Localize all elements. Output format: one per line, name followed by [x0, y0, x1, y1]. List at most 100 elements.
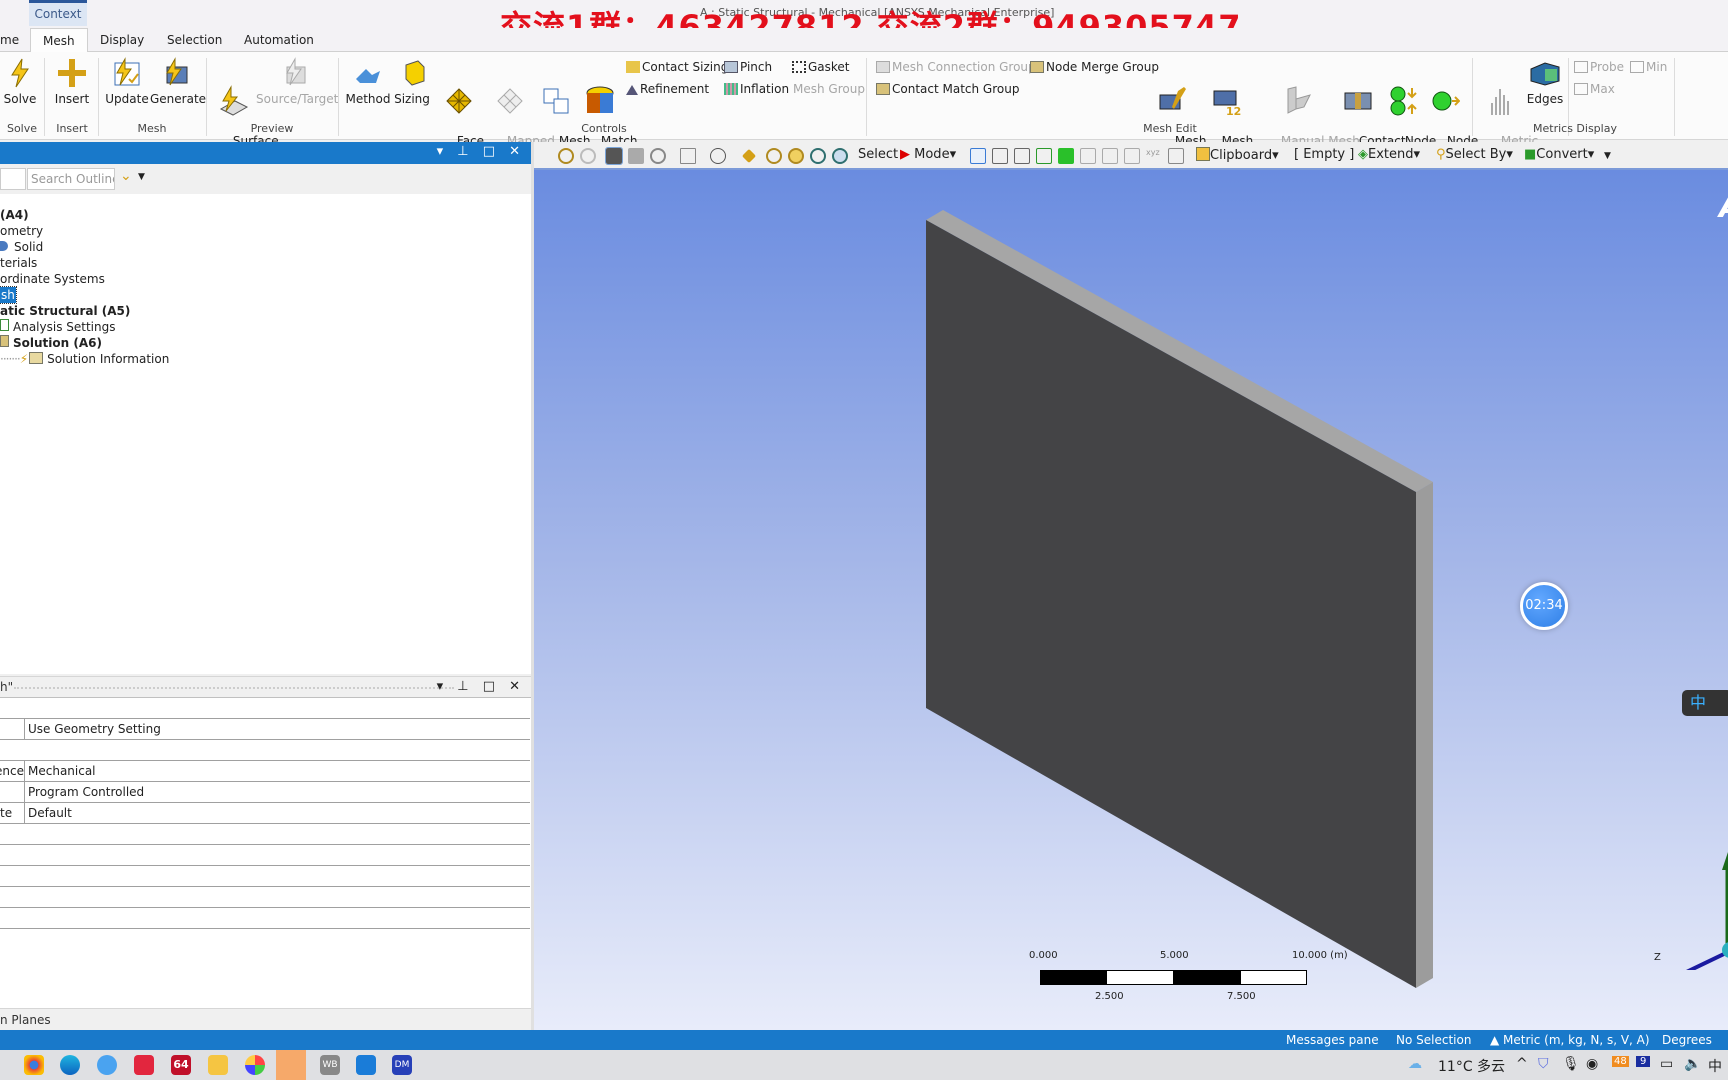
app-64-icon[interactable]: 64	[171, 1055, 191, 1075]
context-tab[interactable]: Context	[29, 0, 87, 26]
magnifier-icon[interactable]	[832, 148, 848, 164]
outline-filter-dropdown[interactable]	[0, 168, 26, 190]
details-row[interactable]	[0, 824, 530, 845]
details-row[interactable]: Use Geometry Setting	[0, 719, 530, 740]
weather-text[interactable]: 11°C 多云	[1438, 1056, 1505, 1076]
tab-display[interactable]: Display	[88, 28, 156, 52]
edge-icon[interactable]	[60, 1055, 80, 1075]
designmodeler-icon[interactable]: DM	[392, 1055, 412, 1075]
ime-toolbar[interactable]: 中	[1682, 690, 1728, 716]
pinch-button[interactable]: Pinch	[724, 59, 772, 75]
tab-automation[interactable]: Automation	[232, 28, 326, 52]
workbench-active-icon[interactable]	[276, 1050, 306, 1080]
select-body-icon[interactable]	[1058, 148, 1074, 164]
zoom-icon[interactable]	[580, 148, 596, 164]
node-merge-group-button[interactable]: Node Merge Group	[1030, 59, 1159, 75]
ime-indicator[interactable]: 中	[1708, 1056, 1722, 1076]
rotate-icon[interactable]	[710, 148, 726, 164]
details-category-row[interactable]	[0, 698, 530, 719]
show-vertices-icon[interactable]	[650, 148, 666, 164]
axis-triad[interactable]: Z	[1644, 830, 1728, 980]
angle-unit-selector[interactable]: Degrees	[1662, 1030, 1712, 1050]
probe-button[interactable]: Probe	[1574, 59, 1624, 75]
microphone-icon[interactable]: 🎙	[1562, 1056, 1580, 1072]
details-row[interactable]	[0, 887, 530, 908]
app-blue-icon[interactable]	[356, 1055, 376, 1075]
zoom-in-icon[interactable]	[766, 148, 782, 164]
badge-48[interactable]: 48	[1612, 1056, 1629, 1067]
tree-node-analysis-settings[interactable]: Analysis Settings	[0, 319, 115, 335]
update-button[interactable]: Update	[104, 57, 150, 106]
source-target-button[interactable]: Source/Target	[256, 57, 338, 106]
details-value[interactable]: Default	[24, 803, 72, 823]
refinement-button[interactable]: Refinement	[626, 81, 709, 97]
messages-pane-toggle[interactable]: Messages pane	[1286, 1030, 1379, 1050]
wb-icon[interactable]: WB	[320, 1055, 340, 1075]
details-row[interactable]	[0, 908, 530, 929]
tree-node-materials[interactable]: terials	[0, 255, 37, 271]
select-by-dropdown[interactable]: ⚲Select By▾	[1436, 147, 1513, 162]
box-zoom-icon[interactable]	[788, 148, 804, 164]
method-button[interactable]: Method	[344, 57, 392, 106]
file-explorer-icon[interactable]	[208, 1055, 228, 1075]
details-value[interactable]: Use Geometry Setting	[24, 719, 161, 739]
pan-icon[interactable]	[741, 148, 757, 164]
tree-node-solution[interactable]: Solution (A6)	[0, 335, 102, 351]
network-icon[interactable]: ▭	[1660, 1056, 1673, 1072]
extend-dropdown[interactable]: ◈Extend▾	[1358, 147, 1420, 162]
details-row[interactable]	[0, 866, 530, 887]
tree-node-model[interactable]: (A4)	[0, 207, 29, 223]
tree-node-static-structural[interactable]: atic Structural (A5)	[0, 303, 130, 319]
expand-collapse-icon[interactable]: ⌄	[120, 168, 132, 184]
volume-icon[interactable]: 🔈	[1684, 1056, 1701, 1072]
pane-controls[interactable]: ▾ ⊥ □ ✕	[437, 144, 525, 159]
details-category-row[interactable]	[0, 740, 530, 761]
badge-9[interactable]: 9	[1636, 1056, 1651, 1067]
mesh-connection-group-button[interactable]: Mesh Connection Group	[876, 59, 1036, 75]
zoom-to-fit-icon[interactable]	[558, 148, 574, 164]
details-value[interactable]: Mechanical	[24, 761, 96, 781]
graphics-viewport[interactable]: A 02:34 中 0.000 5.000 10.000 (m) 2.500 7…	[534, 170, 1728, 1030]
tree-node-geometry[interactable]: ometry	[0, 223, 43, 239]
contact-match-group-button[interactable]: Contact Match Group	[876, 81, 1019, 97]
app-red-icon[interactable]	[134, 1055, 154, 1075]
tray-expand-icon[interactable]: ^	[1516, 1056, 1528, 1072]
insert-button[interactable]: Insert	[52, 57, 92, 106]
max-button[interactable]: Max	[1574, 81, 1615, 97]
details-value[interactable]: Program Controlled	[24, 782, 144, 802]
tree-node-solution-information[interactable]: ·······⚡ Solution Information	[0, 351, 169, 367]
details-row[interactable]: te Default	[0, 803, 530, 824]
shaded-exterior-icon[interactable]	[605, 147, 623, 165]
clipboard-dropdown[interactable]: Clipboard▾	[1196, 147, 1279, 163]
section-planes-tab[interactable]: n Planes	[0, 1008, 531, 1030]
tab-mesh[interactable]: Mesh	[30, 28, 88, 53]
tree-node-solid[interactable]: Solid	[0, 239, 43, 255]
min-button[interactable]: Min	[1630, 59, 1667, 75]
details-row[interactable]: Program Controlled	[0, 782, 530, 803]
drag-grip[interactable]	[14, 687, 454, 689]
details-row[interactable]	[0, 845, 530, 866]
generate-button[interactable]: Generate	[150, 57, 206, 106]
unit-system-selector[interactable]: ▲ Metric (m, kg, N, s, V, A)	[1490, 1030, 1650, 1050]
chat-app-icon[interactable]	[97, 1055, 117, 1075]
chrome-icon[interactable]	[24, 1055, 44, 1075]
tab-home[interactable]: me	[0, 28, 31, 52]
tree-node-mesh[interactable]: sh	[0, 286, 17, 304]
tree-node-coordinate-systems[interactable]: ordinate Systems	[0, 271, 105, 287]
tab-selection[interactable]: Selection	[155, 28, 234, 52]
sizing-button[interactable]: Sizing	[392, 57, 432, 106]
gasket-button[interactable]: Gasket	[792, 59, 850, 75]
select-geometry-icon[interactable]	[970, 148, 986, 164]
qq-icon[interactable]: ◉	[1586, 1056, 1598, 1072]
security-shield-icon[interactable]: ⛉	[1538, 1056, 1549, 1072]
pane-controls[interactable]: ▾ ⊥ □ ✕	[437, 679, 525, 694]
coordinate-icon[interactable]	[1168, 148, 1184, 164]
toolbar-overflow-icon[interactable]: ▼	[1604, 151, 1611, 161]
edges-button[interactable]: Edges	[1524, 57, 1566, 106]
weather-icon[interactable]: ☁	[1408, 1056, 1422, 1072]
solve-button[interactable]: Solve	[2, 57, 38, 106]
zoom-fit-icon[interactable]	[810, 148, 826, 164]
convert-dropdown[interactable]: ■Convert▾	[1524, 147, 1594, 162]
xyz-icon[interactable]: xyz	[1146, 148, 1162, 164]
details-row[interactable]: enceMechanical	[0, 761, 530, 782]
